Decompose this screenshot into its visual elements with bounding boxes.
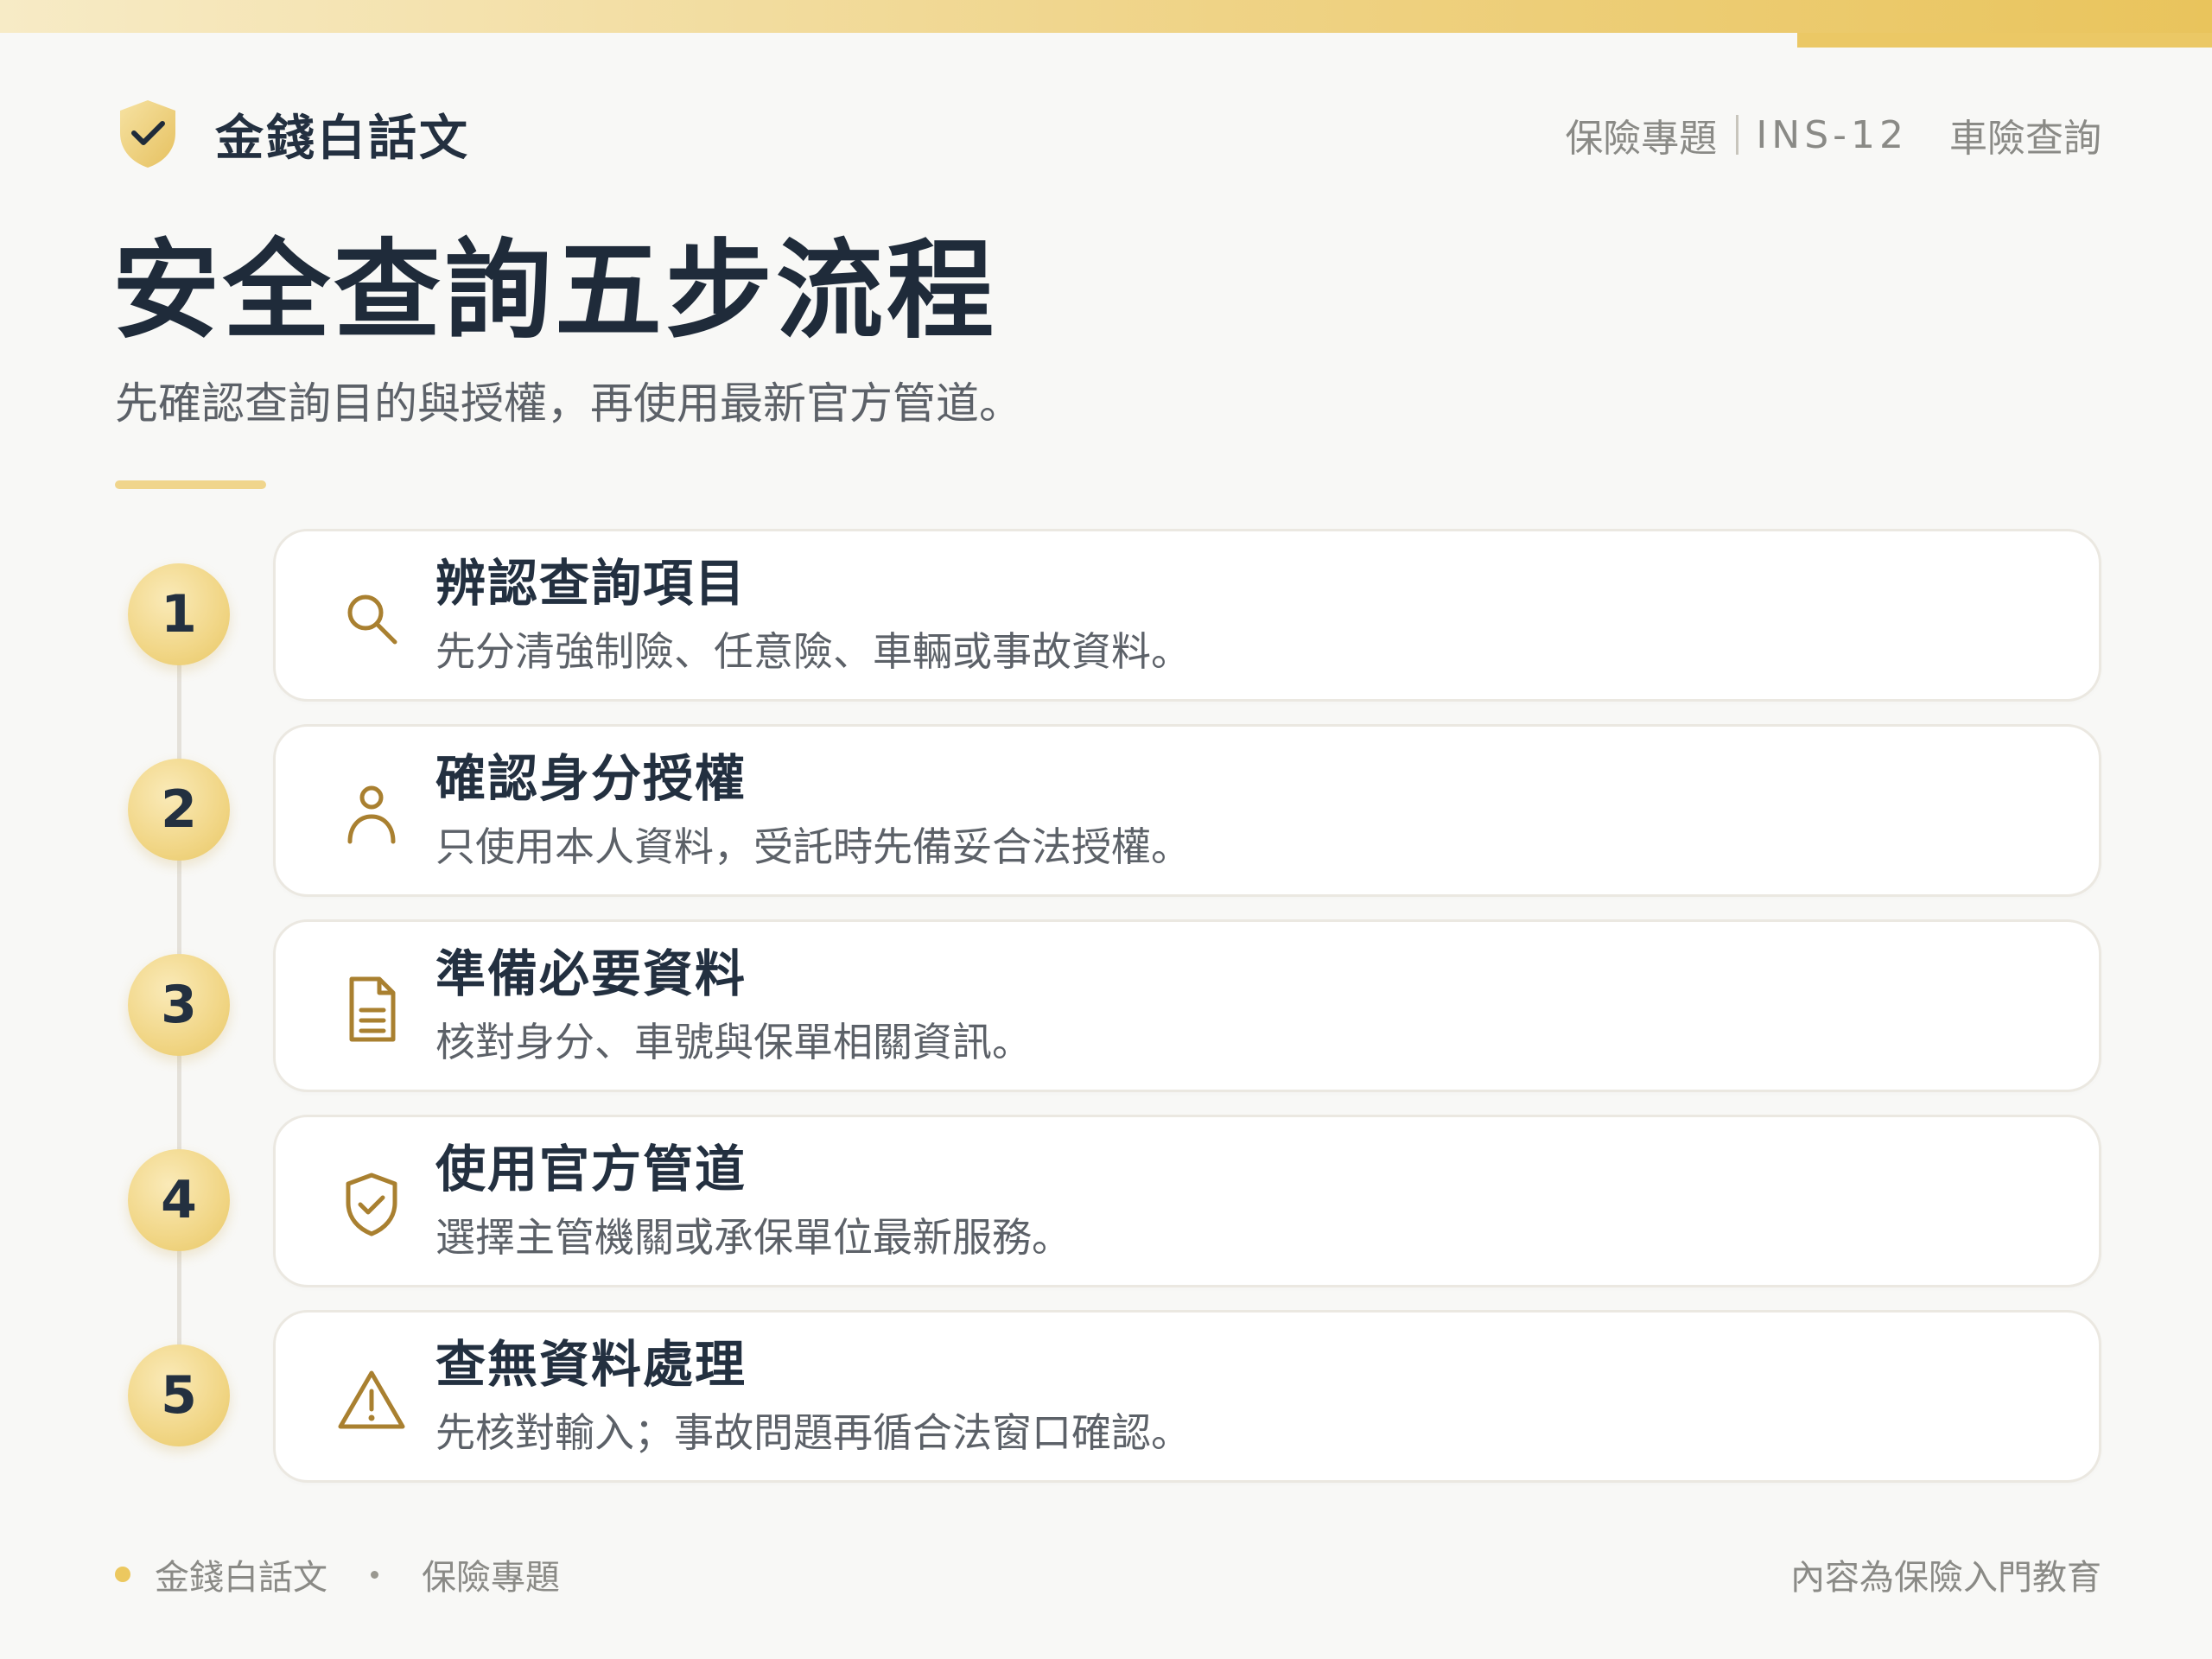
- step-card: 確認身分授權 只使用本人資料，受託時先備妥合法授權。: [273, 724, 2101, 897]
- step-description: 選擇主管機關或承保單位最新服務。: [435, 1214, 1071, 1261]
- step-card: 查無資料處理 先核對輸入；事故問題再循合法窗口確認。: [273, 1310, 2101, 1483]
- warning-icon: [336, 1364, 407, 1435]
- search-icon: [336, 583, 407, 654]
- step-description: 只使用本人資料，受託時先備妥合法授權。: [435, 823, 1191, 870]
- person-icon: [336, 779, 407, 849]
- step-number-badge: 2: [128, 759, 230, 861]
- step-item: 2 確認身分授權 只使用本人資料，受託時先備妥合法授權。: [0, 724, 2212, 897]
- step-description: 核對身分、車號與保單相關資訊。: [435, 1019, 1032, 1065]
- brand: 金錢白話文: [117, 95, 470, 173]
- top-band-accent: [1797, 33, 2212, 48]
- step-card: 辨認查詢項目 先分清強制險、任意險、車輛或事故資料。: [273, 529, 2101, 702]
- page-subtitle: 先確認查詢目的與授權，再使用最新官方管道。: [115, 378, 1022, 429]
- top-gradient-band: [0, 0, 2212, 33]
- brand-name: 金錢白話文: [215, 110, 470, 167]
- footer-separator-dot: [371, 1570, 378, 1579]
- meta-category: 保險專題: [1565, 117, 1718, 161]
- meta-divider: [1736, 115, 1739, 155]
- step-item: 3 準備必要資料 核對身分、車號與保單相關資訊。: [0, 919, 2212, 1092]
- step-number-badge: 5: [128, 1344, 230, 1446]
- step-number-badge: 3: [128, 954, 230, 1056]
- title-underline: [115, 480, 266, 489]
- shield-check-icon: [120, 100, 175, 168]
- step-title: 查無資料處理: [435, 1335, 747, 1394]
- footer-dot-icon: [115, 1567, 130, 1582]
- footer-category: 保險專題: [422, 1558, 560, 1598]
- step-title: 確認身分授權: [435, 749, 747, 808]
- step-card: 使用官方管道 選擇主管機關或承保單位最新服務。: [273, 1115, 2101, 1287]
- step-title: 辨認查詢項目: [435, 554, 747, 613]
- document-icon: [336, 974, 407, 1045]
- page-title: 安全查詢五步流程: [112, 229, 998, 353]
- meta-code: INS-12: [1756, 112, 1908, 157]
- step-number-badge: 1: [128, 563, 230, 665]
- step-title: 使用官方管道: [435, 1140, 747, 1198]
- footer-brand: 金錢白話文: [155, 1558, 327, 1598]
- step-number-badge: 4: [128, 1149, 230, 1251]
- step-item: 5 查無資料處理 先核對輸入；事故問題再循合法窗口確認。: [0, 1310, 2212, 1483]
- footer-left: 金錢白話文 保險專題: [115, 1548, 560, 1600]
- step-description: 先分清強制險、任意險、車輛或事故資料。: [435, 628, 1191, 675]
- step-item: 4 使用官方管道 選擇主管機關或承保單位最新服務。: [0, 1115, 2212, 1287]
- step-title: 準備必要資料: [435, 944, 747, 1003]
- step-card: 準備必要資料 核對身分、車號與保單相關資訊。: [273, 919, 2101, 1092]
- step-item: 1 辨認查詢項目 先分清強制險、任意險、車輛或事故資料。: [0, 529, 2212, 702]
- header-meta: 保險專題 INS-12 車險查詢: [1565, 107, 2101, 162]
- step-description: 先核對輸入；事故問題再循合法窗口確認。: [435, 1409, 1191, 1456]
- footer-note: 內容為保險入門教育: [1790, 1558, 2101, 1598]
- meta-topic: 車險查詢: [1949, 117, 2101, 161]
- shield-check-icon: [336, 1169, 407, 1240]
- page: 金錢白話文 保險專題 INS-12 車險查詢 安全查詢五步流程 先確認查詢目的與…: [0, 0, 2212, 1659]
